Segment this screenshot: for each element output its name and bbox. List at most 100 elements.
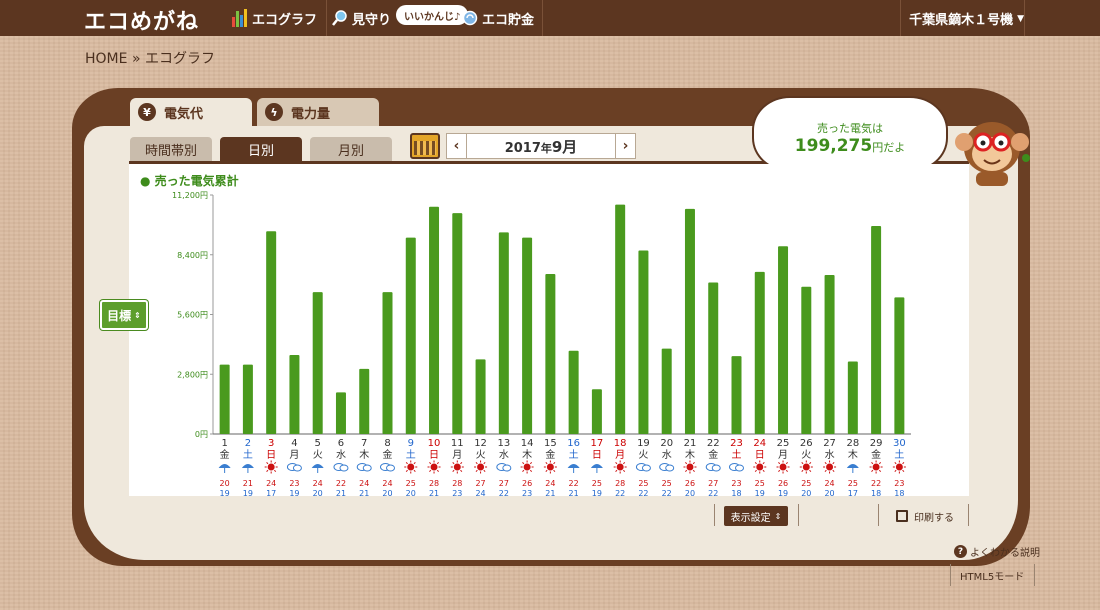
- device-selector[interactable]: 千葉県鏑木１号機 ▼: [909, 9, 1024, 28]
- x-tick-label-weekday: 火: [638, 449, 648, 461]
- x-tick-label-day: 13: [497, 438, 510, 449]
- sun-icon: [407, 463, 415, 471]
- tab-electricity-usage[interactable]: ϟ 電力量: [257, 98, 379, 126]
- x-tick-label-day: 27: [823, 438, 836, 449]
- sun-ray: [522, 469, 525, 472]
- breadcrumb-home[interactable]: HOME: [85, 51, 127, 67]
- x-tick-label-weekday: 月: [778, 449, 788, 461]
- x-tick-label-day: 29: [870, 438, 883, 449]
- y-tick-label: 0円: [195, 430, 208, 439]
- lightning-icon: ϟ: [265, 103, 283, 121]
- prev-month-button[interactable]: ‹: [447, 134, 467, 158]
- bar: [638, 250, 649, 434]
- tab-label: 電力量: [291, 106, 331, 122]
- nav-eco-savings[interactable]: エコ貯金: [462, 6, 534, 30]
- x-tick-label-day: 22: [707, 438, 720, 449]
- nav-divider: [900, 0, 901, 36]
- temp-high-label: 28: [615, 479, 625, 488]
- x-tick-label-weekday: 金: [545, 448, 555, 461]
- print-button[interactable]: 印刷する: [882, 506, 968, 526]
- x-tick-label-day: 6: [338, 438, 344, 449]
- temp-high-label: 24: [359, 479, 369, 488]
- sun-ray: [266, 469, 269, 472]
- temp-high-label: 22: [336, 479, 346, 488]
- goal-toggle-button[interactable]: 目標 ⇕: [100, 300, 148, 330]
- bar: [289, 355, 300, 434]
- sun-ray: [785, 469, 788, 472]
- temp-low-label: 19: [778, 489, 788, 496]
- cloud-icon-part: [386, 464, 395, 472]
- temp-high-label: 25: [592, 479, 602, 488]
- sun-ray: [413, 469, 416, 472]
- sun-icon: [872, 463, 880, 471]
- nav-eco-graph[interactable]: エコグラフ: [232, 6, 317, 30]
- device-name: 千葉県鏑木１号機: [909, 13, 1014, 28]
- sun-icon: [686, 463, 694, 471]
- help-label: よくわかる説明: [970, 548, 1040, 559]
- temp-high-label: 28: [452, 479, 462, 488]
- x-tick-label-day: 14: [521, 438, 534, 449]
- temp-low-label: 24: [475, 489, 485, 496]
- sun-ray: [553, 469, 556, 472]
- x-tick-label-day: 11: [451, 438, 464, 449]
- sort-arrows-icon: ⇕: [774, 511, 782, 521]
- temp-high-label: 26: [778, 479, 788, 488]
- x-tick-label-day: 10: [428, 438, 441, 449]
- sun-ray: [824, 469, 827, 472]
- year-suffix: 年: [540, 141, 552, 155]
- temp-high-label: 25: [406, 479, 416, 488]
- x-tick-label-day: 24: [753, 438, 766, 449]
- sun-ray: [266, 462, 269, 465]
- x-tick-label-day: 7: [361, 438, 367, 449]
- x-tick-label-weekday: 水: [662, 449, 672, 461]
- bubble-amount: 199,275円だよ: [754, 136, 946, 156]
- next-month-button[interactable]: ›: [615, 134, 635, 158]
- tab-label: 電気代: [164, 106, 204, 122]
- sun-ray: [809, 469, 812, 472]
- display-settings-button[interactable]: 表示設定 ⇕: [724, 506, 788, 526]
- calendar-icon[interactable]: [410, 133, 440, 159]
- umbrella-icon: [590, 464, 603, 468]
- sun-ray: [685, 462, 688, 465]
- bar: [615, 204, 626, 434]
- control-divider: [968, 504, 969, 526]
- x-tick-label-weekday: 土: [243, 448, 253, 461]
- x-tick-label-day: 18: [614, 438, 627, 449]
- sun-ray: [801, 462, 804, 465]
- x-tick-label-weekday: 金: [871, 448, 881, 461]
- x-tick-label-day: 9: [408, 438, 414, 449]
- magnifier-icon: [332, 9, 348, 27]
- tab-electricity-cost[interactable]: ¥ 電気代: [130, 98, 252, 126]
- x-tick-label-day: 23: [730, 438, 743, 449]
- sort-arrows-icon: ⇕: [134, 310, 141, 320]
- x-tick-label-weekday: 月: [452, 449, 462, 461]
- temp-low-label: 19: [289, 489, 299, 496]
- x-tick-label-day: 30: [893, 438, 906, 449]
- temp-high-label: 25: [755, 479, 765, 488]
- goal-label: 目標: [107, 308, 132, 323]
- x-tick-label-weekday: 木: [359, 449, 369, 461]
- sun-icon: [453, 463, 461, 471]
- sun-ray: [894, 462, 897, 465]
- nav-mimamori[interactable]: 見守り: [332, 6, 391, 30]
- temp-high-label: 25: [801, 479, 811, 488]
- year: 2017: [504, 140, 541, 156]
- temp-high-label: 26: [522, 479, 532, 488]
- help-link[interactable]: ? よくわかる説明: [954, 544, 1040, 559]
- app-logo[interactable]: エコめがね: [84, 4, 199, 35]
- html5-mode-link[interactable]: HTML5モード: [960, 568, 1024, 583]
- coin-icon: [462, 9, 478, 27]
- top-navigation-bar: エコめがね エコグラフ 見守り いいかんじ♪ エコ貯金 千葉県鏑木１号機 ▼: [0, 0, 1100, 36]
- tab-hourly[interactable]: 時間帯別: [130, 137, 212, 162]
- tab-daily[interactable]: 日別: [220, 137, 302, 162]
- sun-ray: [685, 469, 688, 472]
- bar: [871, 225, 882, 434]
- tab-monthly[interactable]: 月別: [310, 137, 392, 162]
- temp-low-label: 19: [592, 489, 602, 496]
- umbrella-icon: [567, 464, 580, 468]
- sun-icon: [802, 463, 810, 471]
- date-navigator: ‹ 2017年9月 ›: [446, 133, 636, 159]
- sun-ray: [522, 462, 525, 465]
- x-tick-label-day: 28: [846, 438, 859, 449]
- chevron-down-icon: ▼: [1017, 13, 1024, 24]
